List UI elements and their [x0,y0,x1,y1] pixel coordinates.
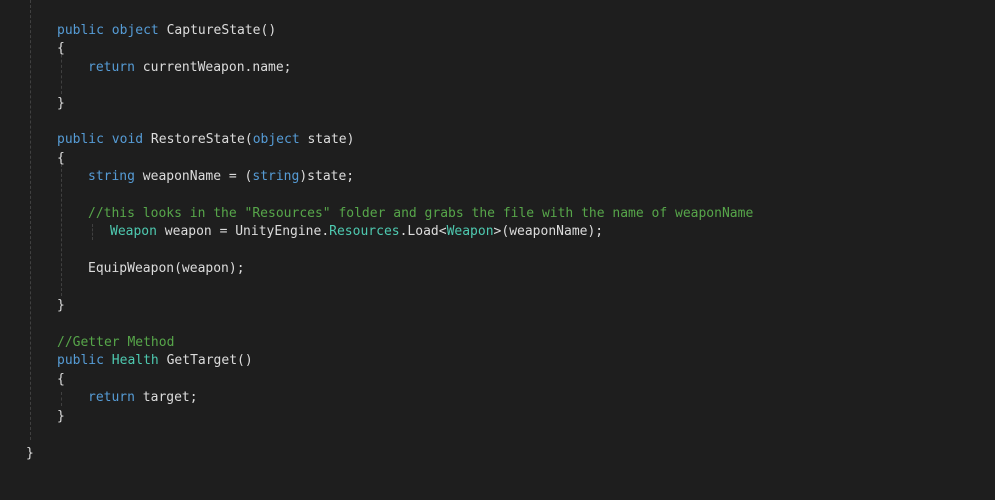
code-token: RestoreState( [143,132,253,147]
code-line: } [26,445,34,463]
code-token: Weapon [446,224,494,239]
code-token: } [57,409,65,424]
code-token: state) [299,132,355,147]
code-line: public object CaptureState() [57,22,276,40]
code-token: { [57,41,65,56]
code-line: //this looks in the "Resources" folder a… [88,205,753,223]
code-token: object [252,132,300,147]
code-token: { [57,151,65,166]
code-token: currentWeapon.name; [134,60,292,75]
code-token: } [26,446,34,461]
code-token: Resources [329,224,400,239]
code-token: .Load< [399,224,447,239]
code-token: GetTarget() [158,353,253,368]
code-token: void [111,132,144,147]
code-token: >(weaponName); [493,224,604,239]
code-line: } [57,297,65,315]
code-token: string [88,169,135,184]
code-token: } [57,96,65,111]
code-token: Weapon [110,224,157,239]
code-token: } [57,298,65,313]
code-token: string [252,169,300,184]
code-token: public [57,353,104,368]
code-line: { [57,40,65,58]
code-line: public Health GetTarget() [57,352,253,370]
code-token: Health [111,353,159,368]
code-token: { [57,372,65,387]
indent-guide-restore-state-inner [92,224,93,240]
code-token: CaptureState() [158,23,277,38]
indent-guide-get-target [61,392,62,406]
indent-guide-restore-state [61,154,62,296]
code-line: string weaponName = (string)state; [88,168,354,186]
code-line: { [57,371,65,389]
code-line: { [57,150,65,168]
code-line: //Getter Method [57,334,174,352]
code-line: EquipWeapon(weapon); [88,260,245,278]
code-line: public void RestoreState(object state) [57,131,354,149]
code-token: public [57,23,104,38]
code-token: weaponName = ( [134,169,253,184]
code-token: EquipWeapon(weapon); [88,261,245,276]
code-line: return target; [88,389,198,407]
code-line: } [57,408,65,426]
code-token: object [111,23,159,38]
code-token: //this looks in the "Resources" folder a… [88,206,754,221]
code-token: public [57,132,104,147]
code-token: //Getter Method [57,335,175,350]
code-token: target; [134,390,198,405]
code-token: weapon = UnityEngine. [156,224,330,239]
code-token: return [88,390,135,405]
code-line: Weapon weapon = UnityEngine.Resources.Lo… [110,223,603,241]
code-token: )state; [299,169,355,184]
code-token: return [88,60,135,75]
code-line: } [57,95,65,113]
indent-guide-class [30,0,31,440]
code-editor[interactable]: public object CaptureState(){return curr… [0,0,995,500]
code-line: return currentWeapon.name; [88,59,292,77]
